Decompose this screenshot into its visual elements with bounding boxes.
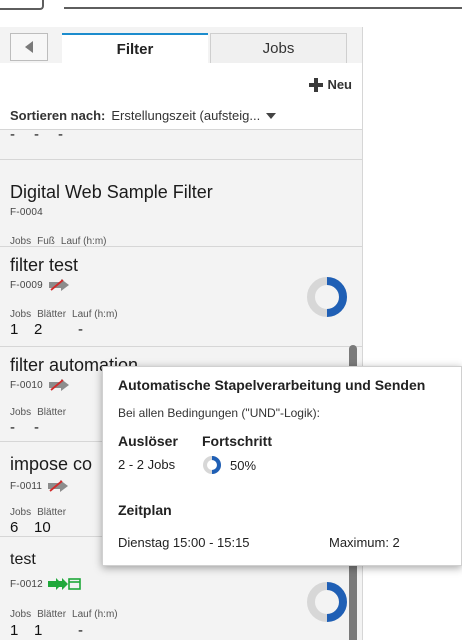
value-jobs: 6 [10,519,19,536]
card-headers: Jobs Blätter [10,507,72,518]
automation-enabled-icon [47,578,81,590]
top-left-fragment [0,0,44,10]
new-filter-button[interactable]: Neu [309,77,352,92]
sort-dropdown[interactable]: Sortieren nach: Erstellungszeit (aufstei… [10,108,277,123]
top-right-fragment [64,0,462,9]
progress-value: 50% [230,457,257,473]
progress-donut [307,277,347,317]
header-jobs: Jobs [10,309,32,320]
header-sheets: Blätter [37,407,67,418]
progress-arc [211,456,221,474]
header-sheets: Blätter [37,609,67,620]
tab-jobs[interactable]: Jobs [210,33,347,63]
filter-id-text: F-0010 [10,379,43,391]
sort-label: Sortieren nach: [10,108,106,123]
filter-title: filter test [10,255,79,275]
filter-id: F-0009 [10,279,71,291]
filter-card[interactable]: Digital Web Sample Filter F-0004 Jobs Fuß… [0,159,362,264]
header-run: Lauf (h:m) [72,309,118,320]
progress-donut [307,582,347,622]
value-jobs: 1 [10,622,19,639]
filter-card-partial[interactable]: --- [0,126,362,159]
new-filter-label: Neu [327,77,352,92]
trigger-value: 2 - 2 Jobs [118,457,176,472]
tooltip-title: Automatische Stapelverarbeitung und Send… [118,377,426,393]
header-jobs: Jobs [10,609,32,620]
filter-id-text: F-0004 [10,207,43,218]
value-jobs: 1 [10,321,19,338]
value-sheets: - [34,419,39,436]
filter-id: F-0011 [10,480,70,492]
filter-card[interactable]: filter test F-0009 Jobs Blätter Lauf (h:m)… [0,246,362,346]
value-second: - [34,126,39,143]
card-values: 6 10 [10,519,51,536]
card-values: --- [10,126,63,143]
card-values: 12 - [10,321,83,338]
value-sheets: 1 [34,622,43,639]
automation-disabled-icon [48,279,69,291]
header-jobs: Jobs [10,507,32,518]
progress-indicator: 50% [202,455,256,475]
filter-id-text: F-0009 [10,279,43,291]
value-run: - [78,321,83,338]
automation-tooltip: Automatische Stapelverarbeitung und Send… [102,366,462,566]
automation-disabled-icon [48,379,69,391]
value-run: - [78,622,83,639]
progress-arc [326,582,347,622]
tooltip-subtitle: Bei allen Bedingungen ("UND"-Logik): [118,406,320,420]
progress-donut-small [203,456,221,474]
chevron-left-icon [25,41,33,53]
filter-id-text: F-0012 [10,578,43,590]
filter-title: test [10,551,36,568]
value-sheets: 2 [34,321,43,338]
automation-disabled-icon [48,480,69,492]
tab-bar: Filter Jobs [10,33,362,63]
card-headers: Jobs Blätter Lauf (h:m) [10,309,124,320]
plus-icon [309,77,324,92]
filter-title: impose co [10,454,93,474]
header-sheets: Blätter [37,309,67,320]
trigger-label: Auslöser [118,433,178,449]
filter-id-text: F-0011 [10,480,43,492]
filter-id: F-0012 [10,577,81,591]
value-jobs: - [10,419,15,436]
sort-value: Erstellungszeit (aufsteig... [111,108,261,123]
schedule-value: Dienstag 15:00 - 15:15 [118,535,250,550]
progress-label: Fortschritt [202,433,272,449]
filter-id: F-0004 [10,207,43,218]
header-jobs: Jobs [10,407,32,418]
header-run: Lauf (h:m) [72,609,118,620]
card-headers: Jobs Blätter Lauf (h:m) [10,609,124,620]
value-sheets: 10 [34,519,51,536]
tab-filter[interactable]: Filter [62,33,208,63]
value-jobs: - [10,126,15,143]
filter-toolbar: Neu Sortieren nach: Erstellungszeit (auf… [0,63,362,129]
filter-id: F-0010 [10,379,71,391]
value-run: - [58,126,63,143]
card-values: -- [10,419,39,436]
schedule-label: Zeitplan [118,502,172,518]
card-headers: Jobs Blätter [10,407,72,418]
collapse-panel-button[interactable] [10,33,48,61]
maximum-value: Maximum: 2 [329,535,400,550]
card-values: 11 - [10,622,83,639]
chevron-down-icon [266,112,277,119]
progress-arc [326,277,347,317]
filter-title: Digital Web Sample Filter [10,182,213,202]
header-sheets: Blätter [37,507,67,518]
